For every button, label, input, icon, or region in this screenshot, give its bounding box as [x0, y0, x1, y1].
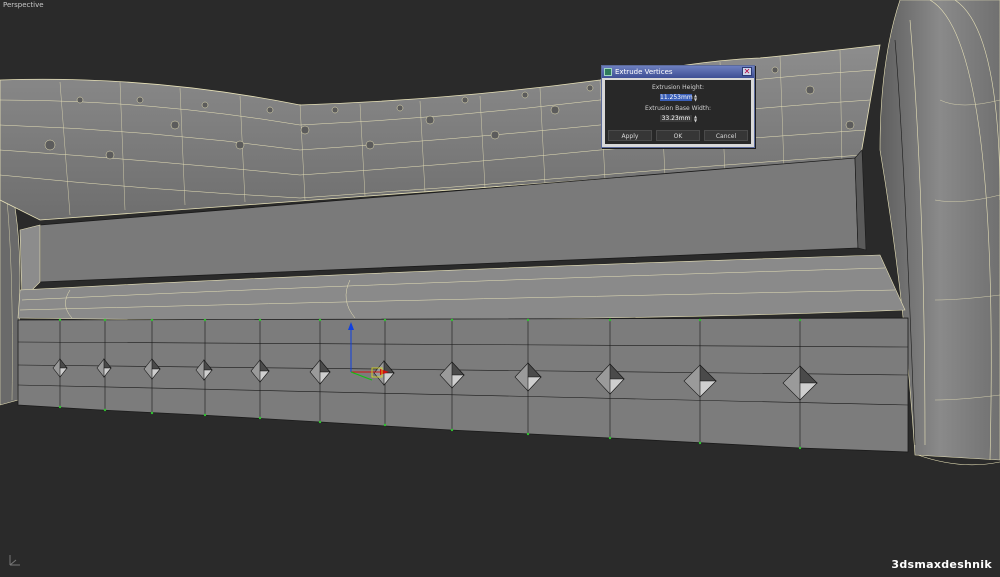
extrusion-base-width-label: Extrusion Base Width: [644, 105, 712, 112]
spinner-arrows-icon[interactable]: ▲ ▼ [693, 94, 698, 102]
dialog-title: Extrude Vertices [615, 68, 673, 76]
front-skirt [17, 317, 909, 453]
dialog-titlebar[interactable]: Extrude Vertices ✕ [602, 66, 754, 78]
dialog-body: Extrusion Height: 11.253mm ▲ ▼ Extrusion … [605, 80, 751, 144]
extrusion-height-input[interactable]: 11.253mm [660, 94, 693, 101]
sofa-model[interactable] [0, 0, 1000, 577]
app-icon [604, 68, 612, 76]
close-icon[interactable]: ✕ [742, 67, 752, 76]
extrusion-base-width-spinner[interactable]: 33.23mm ▲ ▼ [660, 115, 698, 122]
extrude-vertices-dialog: Extrude Vertices ✕ Extrusion Height: 11.… [601, 65, 755, 148]
ok-button[interactable]: OK [656, 130, 700, 141]
extrusion-height-spinner[interactable]: 11.253mm ▲ ▼ [660, 94, 698, 101]
spinner-arrows-icon[interactable]: ▲ ▼ [693, 115, 698, 123]
viewport-label[interactable]: Perspective [3, 1, 44, 9]
cancel-button[interactable]: Cancel [704, 130, 748, 141]
watermark: 3dsmaxdeshnik [891, 558, 992, 571]
extrusion-base-width-input[interactable]: 33.23mm [660, 115, 692, 122]
viewport-perspective[interactable]: Perspective 3dsmaxdeshnik Extrude Vertic… [0, 0, 1000, 577]
extrusion-height-label: Extrusion Height: [652, 84, 704, 91]
apply-button[interactable]: Apply [608, 130, 652, 141]
axis-tripod-icon [9, 555, 20, 566]
